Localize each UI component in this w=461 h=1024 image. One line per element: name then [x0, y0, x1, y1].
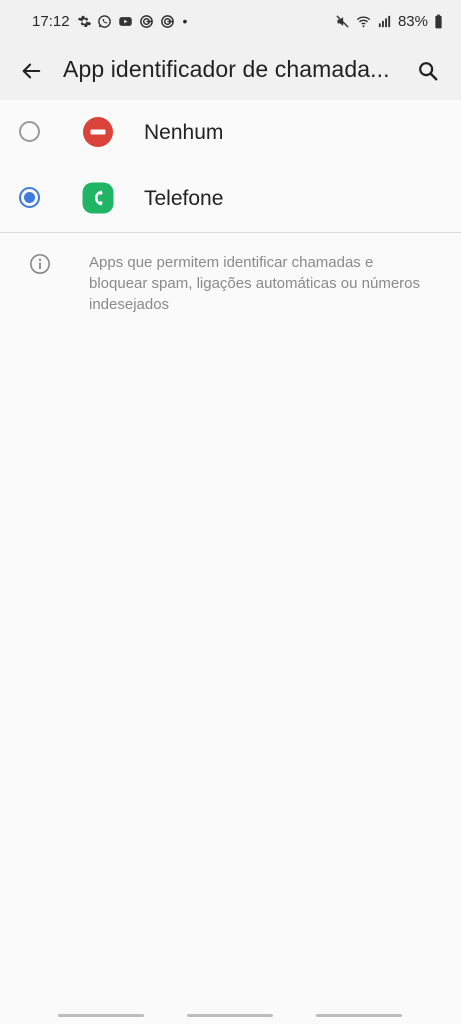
radio-telefone[interactable] [19, 187, 40, 208]
options-list: Nenhum Telefone [0, 100, 461, 232]
status-right: 83% [335, 13, 443, 30]
divider [0, 232, 461, 233]
option-label: Nenhum [144, 121, 224, 144]
info-text: Apps que permitem identificar chamadas e… [89, 254, 421, 313]
status-time: 17:12 [32, 12, 70, 30]
none-icon [82, 116, 114, 148]
wifi-icon [356, 14, 371, 29]
tasker-icon [139, 14, 154, 29]
nav-recent-button[interactable] [58, 1014, 144, 1017]
page-title: App identificador de chamada... [63, 56, 390, 82]
search-icon [419, 62, 438, 81]
nav-bar [0, 1004, 461, 1024]
radio-nenhum[interactable] [19, 121, 40, 142]
search-button[interactable] [411, 54, 445, 88]
signal-icon [377, 14, 392, 29]
arrow-left-icon [22, 63, 41, 79]
phone-app-icon [82, 182, 114, 214]
nav-home-button[interactable] [187, 1014, 273, 1017]
battery-percent: 83% [397, 12, 428, 30]
screen: 17:12 • 83% App identificador de chamada… [0, 0, 461, 1024]
option-telefone[interactable]: Telefone [0, 166, 461, 232]
app-bar: App identificador de chamada... [0, 42, 461, 100]
option-label: Telefone [144, 187, 224, 210]
back-button[interactable] [14, 54, 48, 88]
status-bar: 17:12 • 83% [0, 0, 461, 42]
option-nenhum[interactable]: Nenhum [0, 100, 461, 166]
whatsapp-icon [97, 14, 112, 29]
dot-icon: • [182, 13, 188, 29]
info-icon [29, 253, 51, 275]
youtube-icon [118, 14, 133, 29]
gear-icon [76, 14, 91, 29]
mute-icon [335, 14, 350, 29]
status-left: 17:12 • [32, 13, 187, 30]
nav-back-button[interactable] [316, 1014, 402, 1017]
battery-icon [434, 14, 443, 29]
tasker-icon [160, 14, 175, 29]
